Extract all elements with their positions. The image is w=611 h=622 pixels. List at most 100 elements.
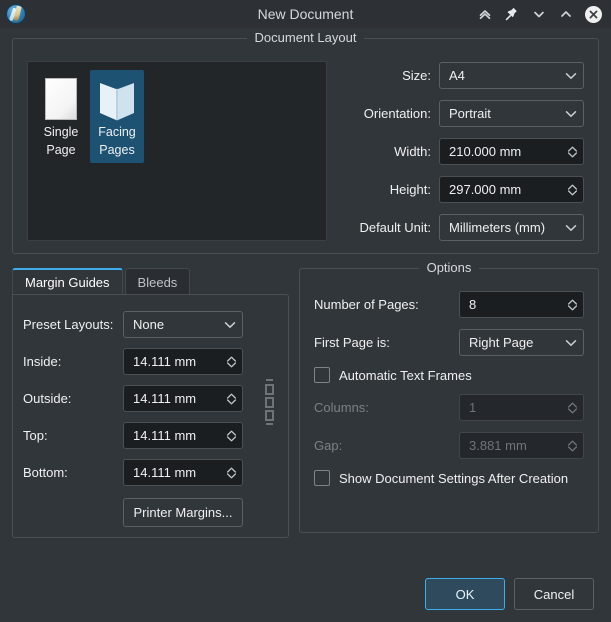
single-page-icon [36, 76, 86, 122]
inside-margin-input[interactable]: 14.111 mm [123, 348, 243, 375]
tab-label: Bleeds [138, 275, 178, 290]
maximize-button[interactable] [558, 6, 574, 22]
document-layout-title: Document Layout [13, 30, 598, 45]
title-bar: New Document [0, 0, 611, 28]
tab-bar: Margin Guides Bleeds [12, 268, 289, 295]
inside-margin-value: 14.111 mm [133, 354, 224, 369]
preset-layouts-select[interactable]: None [123, 311, 243, 338]
top-margin-input[interactable]: 14.111 mm [123, 422, 243, 449]
checkbox-box [314, 470, 330, 486]
spinner-arrows-icon[interactable] [224, 392, 238, 406]
gap-row: Gap: 3.881 mm [314, 432, 584, 459]
gap-input: 3.881 mm [459, 432, 584, 459]
columns-label: Columns: [314, 400, 451, 415]
gap-value: 3.881 mm [469, 438, 565, 453]
tab-label: Margin Guides [25, 275, 110, 290]
preset-layouts-label: Preset Layouts: [23, 317, 115, 332]
default-unit-label: Default Unit: [341, 220, 431, 235]
scribus-logo-icon [5, 3, 27, 25]
number-of-pages-row: Number of Pages: 8 [314, 291, 584, 318]
page-type-single-page[interactable]: Single Page [34, 70, 88, 163]
orientation-row: Orientation: Portrait [341, 100, 584, 127]
outside-margin-label: Outside: [23, 391, 115, 406]
height-row: Height: 297.000 mm [341, 176, 584, 203]
bottom-margin-input[interactable]: 14.111 mm [123, 459, 243, 486]
spinner-arrows-icon[interactable] [224, 355, 238, 369]
page-type-label: Single [36, 125, 86, 140]
default-unit-value: Millimeters (mm) [449, 220, 563, 235]
keep-above-pin-icon[interactable] [504, 6, 520, 22]
height-value: 297.000 mm [449, 182, 565, 197]
tab-bleeds[interactable]: Bleeds [125, 268, 191, 295]
show-document-settings-checkbox[interactable]: Show Document Settings After Creation [314, 470, 584, 486]
spinner-arrows-icon[interactable] [224, 429, 238, 443]
spinner-arrows-icon [565, 439, 579, 453]
outside-margin-row: Outside: 14.111 mm [23, 385, 254, 412]
margin-guides-content: Preset Layouts: None Inside: 14.111 mm [12, 294, 289, 538]
spinner-arrows-icon[interactable] [565, 183, 579, 197]
chevron-down-icon [563, 224, 579, 232]
size-label: Size: [341, 68, 431, 83]
first-page-label: First Page is: [314, 335, 451, 350]
printer-margins-label: Printer Margins... [134, 505, 233, 520]
margin-bleeds-tab-panel: Margin Guides Bleeds Preset Layouts: Non… [12, 268, 289, 533]
minimize-button[interactable] [531, 6, 547, 22]
spinner-arrows-icon[interactable] [565, 298, 579, 312]
cancel-label: Cancel [534, 587, 574, 602]
page-type-facing-pages[interactable]: Facing Pages [90, 70, 144, 163]
outside-margin-input[interactable]: 14.111 mm [123, 385, 243, 412]
chain-link-icon[interactable] [260, 311, 278, 527]
document-layout-fields: Size: A4 Orientation: Portrait [341, 61, 584, 241]
chevron-down-icon [222, 321, 238, 329]
margin-fields: Preset Layouts: None Inside: 14.111 mm [23, 311, 254, 527]
inside-margin-label: Inside: [23, 354, 115, 369]
height-input[interactable]: 297.000 mm [439, 176, 584, 203]
checkbox-box [314, 367, 330, 383]
cancel-button[interactable]: Cancel [514, 578, 594, 610]
document-layout-group: Document Layout Single Page [12, 38, 599, 254]
number-of-pages-value: 8 [469, 297, 565, 312]
width-input[interactable]: 210.000 mm [439, 138, 584, 165]
shade-button[interactable] [477, 6, 493, 22]
chevron-down-icon [563, 72, 579, 80]
chevron-down-icon [563, 339, 579, 347]
page-type-list[interactable]: Single Page Facing Pages [27, 61, 327, 241]
spinner-arrows-icon[interactable] [224, 466, 238, 480]
columns-value: 1 [469, 400, 565, 415]
orientation-select[interactable]: Portrait [439, 100, 584, 127]
width-label: Width: [341, 144, 431, 159]
window-controls [477, 6, 605, 23]
spinner-arrows-icon[interactable] [565, 145, 579, 159]
height-label: Height: [341, 182, 431, 197]
bottom-margin-label: Bottom: [23, 465, 115, 480]
default-unit-select[interactable]: Millimeters (mm) [439, 214, 584, 241]
printer-margins-button[interactable]: Printer Margins... [123, 498, 243, 527]
ok-button[interactable]: OK [425, 578, 505, 610]
automatic-text-frames-label: Automatic Text Frames [339, 368, 472, 383]
top-margin-row: Top: 14.111 mm [23, 422, 254, 449]
automatic-text-frames-checkbox[interactable]: Automatic Text Frames [314, 367, 584, 383]
orientation-value: Portrait [449, 106, 563, 121]
close-button[interactable] [585, 6, 602, 23]
tab-margin-guides[interactable]: Margin Guides [12, 268, 123, 295]
size-select[interactable]: A4 [439, 62, 584, 89]
top-margin-label: Top: [23, 428, 115, 443]
preset-layouts-row: Preset Layouts: None [23, 311, 254, 338]
bottom-row: Margin Guides Bleeds Preset Layouts: Non… [12, 268, 599, 533]
facing-pages-icon [92, 76, 142, 122]
size-value: A4 [449, 68, 563, 83]
first-page-value: Right Page [469, 335, 563, 350]
first-page-select[interactable]: Right Page [459, 329, 584, 356]
options-group: Options Number of Pages: 8 First Page is… [299, 268, 599, 533]
inside-margin-row: Inside: 14.111 mm [23, 348, 254, 375]
orientation-label: Orientation: [341, 106, 431, 121]
width-value: 210.000 mm [449, 144, 565, 159]
number-of-pages-label: Number of Pages: [314, 297, 451, 312]
bottom-margin-value: 14.111 mm [133, 465, 224, 480]
number-of-pages-input[interactable]: 8 [459, 291, 584, 318]
show-document-settings-label: Show Document Settings After Creation [339, 471, 568, 486]
size-row: Size: A4 [341, 62, 584, 89]
new-document-dialog: Document Layout Single Page [0, 28, 611, 533]
columns-input: 1 [459, 394, 584, 421]
spinner-arrows-icon [565, 401, 579, 415]
